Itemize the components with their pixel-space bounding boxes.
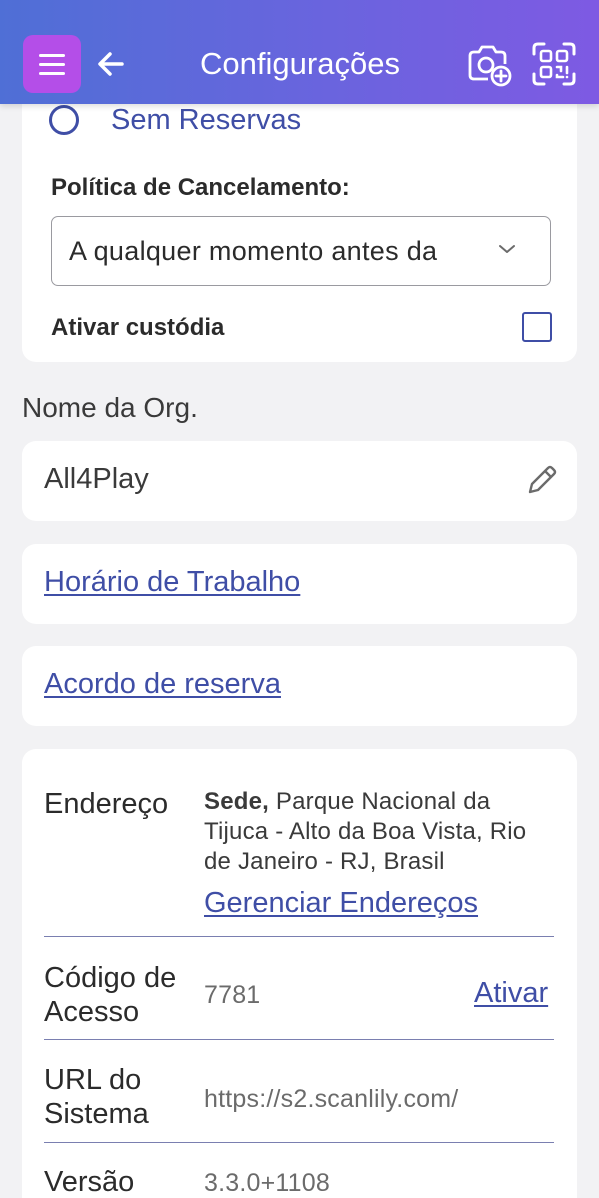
org-name-heading: Nome da Org. (22, 392, 198, 423)
access-code-value: 7781 (204, 981, 261, 1009)
app-header: Configurações (0, 0, 599, 104)
system-url-value: https://s2.scanlily.com/ (204, 1085, 459, 1113)
cancellation-policy-select[interactable]: A qualquer momento antes da (51, 216, 551, 286)
address-label: Endereço (44, 788, 169, 820)
activate-link[interactable]: Ativar (474, 977, 548, 1010)
org-name-value: All4Play (44, 463, 149, 495)
access-code-label: Código de Acesso (44, 962, 177, 1028)
radio-option-no-reservations[interactable]: Sem Reservas (49, 100, 301, 140)
booking-agreement-card: Acordo de reserva (22, 646, 577, 726)
divider (44, 1142, 554, 1143)
reservation-settings-card: Sem Reservas Política de Cancelamento: A… (22, 60, 577, 362)
divider (44, 1039, 554, 1040)
hamburger-icon (39, 53, 65, 57)
qr-scan-icon[interactable] (530, 40, 578, 88)
camera-add-icon[interactable] (464, 40, 512, 88)
pencil-icon[interactable] (525, 463, 559, 497)
address-prefix: Sede, (204, 788, 270, 815)
menu-button[interactable] (23, 35, 81, 93)
system-url-label: URL do Sistema (44, 1064, 149, 1130)
version-value: 3.3.0+1108 (204, 1169, 330, 1197)
chevron-down-icon (499, 245, 515, 253)
address-text: Sede, Parque Nacional da Tijuca - Alto d… (204, 787, 534, 877)
working-hours-card: Horário de Trabalho (22, 544, 577, 624)
arrow-left-icon[interactable] (94, 44, 128, 84)
working-hours-link[interactable]: Horário de Trabalho (44, 566, 300, 599)
radio-label: Sem Reservas (111, 103, 302, 136)
select-value: A qualquer momento antes da (69, 235, 438, 266)
page-title: Configurações (200, 46, 400, 81)
org-name-card[interactable]: All4Play (22, 441, 577, 521)
version-label: Versão (44, 1166, 135, 1198)
org-details-card: Endereço Sede, Parque Nacional da Tijuca… (22, 749, 577, 1198)
booking-agreement-link[interactable]: Acordo de reserva (44, 668, 281, 701)
manage-addresses-link[interactable]: Gerenciar Endereços (204, 887, 478, 920)
cancellation-policy-label: Política de Cancelamento: (51, 174, 350, 201)
radio-button[interactable] (49, 105, 79, 135)
custody-label: Ativar custódia (51, 314, 225, 341)
divider (44, 936, 554, 937)
custody-checkbox[interactable] (522, 312, 552, 342)
